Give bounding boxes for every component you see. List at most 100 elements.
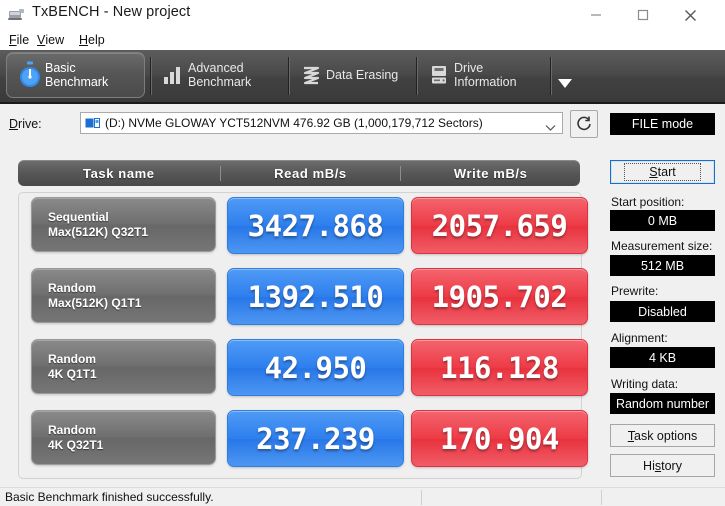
chevron-down-icon[interactable] (554, 72, 576, 94)
chevron-down-icon[interactable] (545, 119, 556, 137)
measurement-size-label: Measurement size: (611, 239, 713, 253)
table-row: Random 4K Q32T1 237.239 170.904 (19, 406, 588, 469)
write-value: 1905.702 (431, 279, 568, 314)
window-title: TxBENCH - New project (32, 4, 191, 20)
task-name-line2: Max(512K) Q32T1 (48, 224, 149, 239)
drive-select-value: (D:) NVMe GLOWAY YCT512NVM 476.92 GB (1,… (105, 116, 483, 130)
column-header-read: Read mB/s (219, 165, 401, 181)
tab-separator (550, 57, 551, 95)
write-value-cell: 1905.702 (411, 268, 588, 325)
task-name-line1: Sequential (48, 209, 109, 224)
read-value: 1392.510 (247, 279, 384, 314)
read-value: 42.950 (264, 350, 367, 385)
column-header-task-name: Task name (83, 165, 155, 181)
task-name-cell[interactable]: Random 4K Q1T1 (31, 339, 216, 394)
status-divider (601, 490, 602, 505)
task-name-line2: 4K Q32T1 (48, 437, 104, 452)
tab-basic-benchmark-label: Basic Benchmark (45, 61, 109, 89)
title-bar: TxBENCH - New project (0, 0, 725, 30)
alignment-value[interactable]: 4 KB (610, 347, 715, 368)
table-row: Random 4K Q1T1 42.950 116.128 (19, 335, 588, 398)
tab-data-erasing-label: Data Erasing (326, 68, 399, 82)
task-name-line1: Random (48, 422, 96, 437)
read-value: 3427.868 (247, 208, 384, 243)
write-value: 170.904 (440, 421, 559, 456)
tab-data-erasing[interactable]: Data Erasing (296, 52, 418, 98)
write-value: 2057.659 (431, 208, 568, 243)
writing-data-value[interactable]: Random number (610, 393, 715, 414)
read-value-cell: 1392.510 (227, 268, 404, 325)
tab-separator (288, 57, 289, 95)
start-position-value[interactable]: 0 MB (610, 210, 715, 231)
alignment-label: Alignment: (611, 331, 668, 345)
drive-select[interactable]: (D:) NVMe GLOWAY YCT512NVM 476.92 GB (1,… (80, 112, 563, 134)
bar-chart-icon (158, 65, 188, 85)
menu-item-view[interactable]: View (32, 31, 69, 49)
maximize-icon[interactable] (620, 0, 665, 30)
task-name-line1: Random (48, 280, 96, 295)
tab-advanced-benchmark[interactable]: Advanced Benchmark (158, 52, 283, 98)
status-bar: Basic Benchmark finished successfully. (0, 487, 725, 506)
menu-item-file[interactable]: File (4, 31, 34, 49)
results-column-header: Task name Read mB/s Write mB/s (18, 160, 580, 186)
txbench-window: TxBENCH - New project File View Help Bas… (0, 0, 725, 506)
drive-info-icon (424, 64, 454, 86)
task-options-button-label-rest: ask options (634, 428, 698, 443)
task-options-button[interactable]: Task options (610, 424, 715, 447)
status-divider (421, 490, 422, 505)
task-name-line2: 4K Q1T1 (48, 366, 97, 381)
results-panel: Sequential Max(512K) Q32T1 3427.868 2057… (18, 192, 588, 479)
menu-view-rest: iew (45, 33, 65, 47)
task-name-cell[interactable]: Random Max(512K) Q1T1 (31, 268, 216, 323)
status-message: Basic Benchmark finished successfully. (5, 490, 214, 504)
task-name-cell[interactable]: Sequential Max(512K) Q32T1 (31, 197, 216, 252)
start-button[interactable]: Start (610, 160, 715, 184)
tab-separator (416, 57, 417, 95)
write-value-cell: 2057.659 (411, 197, 588, 254)
app-icon (8, 7, 25, 22)
close-icon[interactable] (668, 0, 713, 30)
history-button-label: History (643, 458, 682, 473)
tab-strip: Basic Benchmark Advanced Benchmark Data … (0, 50, 725, 104)
table-row: Random Max(512K) Q1T1 1392.510 1905.702 (19, 264, 588, 327)
minimize-icon[interactable] (573, 0, 618, 30)
start-position-label: Start position: (611, 195, 685, 209)
read-value: 237.239 (256, 421, 375, 456)
menu-item-help[interactable]: Help (74, 31, 110, 49)
history-button[interactable]: History (610, 454, 715, 477)
history-button-label-rest: tory (661, 458, 682, 473)
read-value-cell: 237.239 (227, 410, 404, 467)
drive-icon (85, 117, 101, 135)
drive-label: Drive: (9, 117, 42, 131)
menu-file-rest: ile (16, 33, 30, 47)
refresh-icon[interactable] (570, 110, 598, 138)
stopwatch-icon (15, 61, 45, 89)
tab-advanced-benchmark-label: Advanced Benchmark (188, 61, 252, 89)
measurement-size-value[interactable]: 512 MB (610, 255, 715, 276)
tab-drive-information[interactable]: Drive Information (424, 52, 549, 98)
tab-drive-information-label: Drive Information (454, 61, 517, 89)
column-header-write: Write mB/s (400, 165, 580, 181)
task-name-cell[interactable]: Random 4K Q32T1 (31, 410, 216, 465)
task-options-button-label: Task options (627, 428, 698, 443)
menu-help-rest: elp (88, 33, 105, 47)
task-name-line2: Max(512K) Q1T1 (48, 295, 142, 310)
write-value-cell: 116.128 (411, 339, 588, 396)
start-button-label: Start (624, 163, 701, 181)
writing-data-label: Writing data: (611, 377, 679, 391)
read-value-cell: 3427.868 (227, 197, 404, 254)
drive-label-rest: rive: (18, 117, 42, 131)
shred-icon (296, 64, 326, 86)
menu-bar: File View Help (0, 30, 725, 50)
start-button-label-rest: tart (657, 165, 676, 179)
tab-basic-benchmark[interactable]: Basic Benchmark (6, 52, 145, 98)
read-value-cell: 42.950 (227, 339, 404, 396)
prewrite-value[interactable]: Disabled (610, 301, 715, 322)
file-mode-badge[interactable]: FILE mode (610, 113, 715, 135)
table-row: Sequential Max(512K) Q32T1 3427.868 2057… (19, 193, 588, 256)
prewrite-label: Prewrite: (611, 284, 659, 298)
task-name-line1: Random (48, 351, 96, 366)
write-value-cell: 170.904 (411, 410, 588, 467)
tab-separator (150, 57, 151, 95)
write-value: 116.128 (440, 350, 559, 385)
